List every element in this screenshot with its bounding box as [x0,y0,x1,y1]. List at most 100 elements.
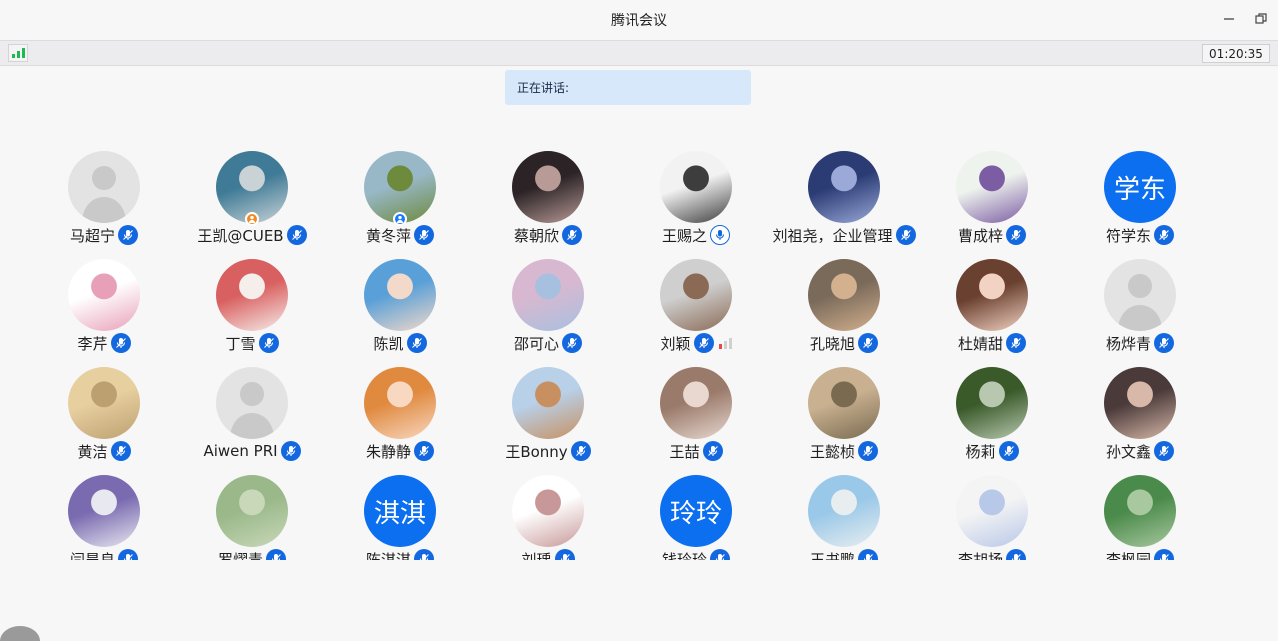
mic-muted-icon[interactable] [702,441,723,461]
minimize-icon[interactable] [1220,10,1238,28]
participant-tile[interactable]: 李胡扬 [918,474,1066,560]
mic-muted-icon[interactable] [258,333,279,353]
mic-muted-icon[interactable] [998,441,1019,461]
mic-muted-icon[interactable] [858,441,878,461]
participant-tile[interactable]: 淇淇 陈淇淇 [326,474,474,560]
participant-tile[interactable]: 孙文鑫 [1066,366,1214,474]
mic-muted-icon[interactable] [266,549,286,560]
mic-muted-icon[interactable] [562,333,582,353]
participant-name: 孔晓旭 [809,334,855,353]
participant-tile[interactable]: 刘瑀 [474,474,622,560]
participant-tile[interactable]: 邵可心 [474,258,622,366]
participant-tile[interactable]: 孔晓旭 [770,258,918,366]
participant-name-line: 王赐之 [622,224,770,246]
participant-name-line: 王Bonny [474,440,622,462]
mic-muted-icon[interactable] [406,333,427,353]
mic-muted-icon[interactable] [1154,441,1174,461]
participant-tile[interactable]: 杨烨青 [1066,258,1214,366]
mic-muted-icon[interactable] [1154,333,1174,353]
mic-muted-icon[interactable] [110,441,131,461]
participant-name-line: 罗熠青 [178,548,326,560]
participant-name: 黄冬萍 [365,226,411,245]
avatar [216,475,288,547]
avatar [512,475,584,547]
mic-muted-icon[interactable] [1006,225,1026,245]
mic-muted-icon[interactable] [414,225,434,245]
mic-muted-icon[interactable] [858,333,878,353]
participant-name: 李芹 [77,334,108,353]
participant-name-line: 邵可心 [474,332,622,354]
participant-name: 杨烨青 [1105,334,1151,353]
participant-tile[interactable]: 曹成梓 [918,150,1066,258]
participant-name-line: 王凯@CUEB [178,224,326,246]
participant-tile[interactable]: 朱静静 [326,366,474,474]
mic-muted-icon[interactable] [554,549,575,560]
participant-name-line: 黄洁 [30,440,178,462]
mic-muted-icon[interactable] [414,441,434,461]
participant-tile[interactable]: 王书鹏 [770,474,918,560]
mic-muted-icon[interactable] [118,549,138,560]
mic-muted-icon[interactable] [1154,225,1174,245]
participant-tile[interactable]: Aiwen PRI [178,366,326,474]
participant-tile[interactable]: 王凯@CUEB [178,150,326,258]
participant-tile[interactable]: 蔡朝欣 [474,150,622,258]
participant-tile[interactable]: 陈凯 [326,258,474,366]
mic-muted-icon[interactable] [1006,333,1026,353]
participant-name: 刘颖 [660,334,691,353]
avatar [660,151,732,223]
participant-tile[interactable]: 学东 符学东 [1066,150,1214,258]
mic-on-icon[interactable] [710,225,730,245]
participant-tile[interactable]: 罗熠青 [178,474,326,560]
participant-name: 蔡朝欣 [513,226,559,245]
participant-tile[interactable]: 玲玲 钱玲玲 [622,474,770,560]
collapse-handle[interactable] [0,626,40,641]
restore-icon[interactable] [1252,10,1270,28]
participant-tile[interactable]: 马超宁 [30,150,178,258]
mic-muted-icon[interactable] [110,333,131,353]
participant-name-line: 李枫园 [1066,548,1214,560]
participant-tile[interactable]: 王喆 [622,366,770,474]
mic-muted-icon[interactable] [895,225,916,245]
mic-muted-icon[interactable] [1154,549,1174,560]
avatar [68,151,140,223]
mic-muted-icon[interactable] [1006,549,1026,560]
mic-muted-icon[interactable] [286,225,307,245]
avatar [1104,259,1176,331]
mic-muted-icon[interactable] [858,549,878,560]
participant-tile[interactable]: 刘祖尧，企业管理 [770,150,918,258]
participant-name-line: 陈淇淇 [326,548,474,560]
network-signal-icon[interactable] [8,44,28,62]
participant-tile[interactable]: 李芹 [30,258,178,366]
participant-name-line: 符学东 [1066,224,1214,246]
participant-name-line: 孙文鑫 [1066,440,1214,462]
participant-name-line: 马超宁 [30,224,178,246]
participant-tile[interactable]: 王懿桢 [770,366,918,474]
participant-tile[interactable]: 王Bonny [474,366,622,474]
mic-muted-icon[interactable] [562,225,582,245]
participant-tile[interactable]: 杜婧甜 [918,258,1066,366]
avatar [216,259,288,331]
participant-tile[interactable]: 黄冬萍 [326,150,474,258]
participant-tile[interactable]: 黄洁 [30,366,178,474]
participant-tile[interactable]: 闫昊良 [30,474,178,560]
participant-name: 王喆 [669,442,700,461]
mic-muted-icon[interactable] [693,333,714,353]
participant-name: 刘瑀 [521,550,552,561]
title-bar: 腾讯会议 [0,0,1278,40]
participant-tile[interactable]: 刘颖 [622,258,770,366]
participant-name: 王赐之 [661,226,707,245]
participant-name-line: 杨烨青 [1066,332,1214,354]
mic-muted-icon[interactable] [118,225,138,245]
participant-tile[interactable]: 王赐之 [622,150,770,258]
participant-tile[interactable]: 李枫园 [1066,474,1214,560]
participant-tile[interactable]: 杨莉 [918,366,1066,474]
mic-muted-icon[interactable] [414,549,434,560]
participant-name-line: 丁雪 [178,332,326,354]
mic-muted-icon[interactable] [710,549,730,560]
participant-name-line: 王喆 [622,440,770,462]
participant-grid: 马超宁 王凯@CUEB 黄冬萍 蔡朝欣 王赐之 刘祖尧，企业管理 曹成梓 学东 符学东 李芹 丁雪陈… [30,150,1214,560]
mic-muted-icon[interactable] [570,441,591,461]
mic-muted-icon[interactable] [280,441,301,461]
participant-tile[interactable]: 丁雪 [178,258,326,366]
avatar [808,259,880,331]
